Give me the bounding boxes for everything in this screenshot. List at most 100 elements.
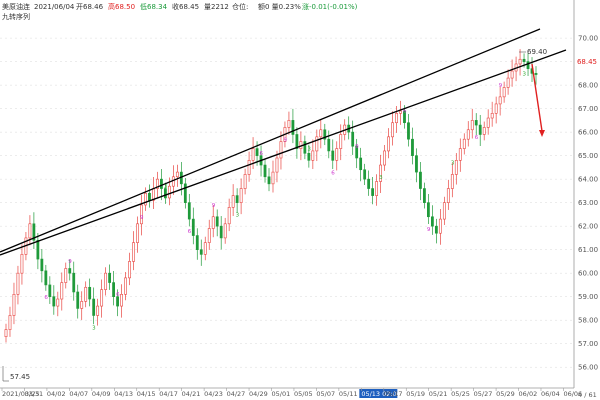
td-signal-number: 3 bbox=[236, 213, 240, 219]
header-high: 高68.50 bbox=[108, 2, 135, 11]
candle-body bbox=[136, 223, 139, 243]
candle-body bbox=[76, 291, 80, 309]
candle-body bbox=[68, 268, 72, 274]
last-price-label: 68.45 bbox=[577, 58, 597, 66]
candle-body bbox=[407, 122, 410, 140]
candle-body bbox=[486, 117, 490, 128]
candle-body bbox=[526, 61, 530, 69]
lower-trendline[interactable] bbox=[0, 49, 567, 256]
x-tick-label: 04/02 bbox=[47, 390, 66, 398]
x-tick-label: 06/02 bbox=[519, 390, 538, 398]
candle-body bbox=[64, 268, 68, 283]
candle-body bbox=[454, 160, 458, 175]
candle-body bbox=[116, 296, 119, 307]
candle-body bbox=[339, 134, 343, 149]
candle-body bbox=[287, 120, 291, 128]
candle-body bbox=[195, 235, 199, 250]
candle-body bbox=[490, 113, 494, 119]
x-tick-label: 05/25 bbox=[451, 390, 470, 398]
td-signal-number: 6 bbox=[403, 109, 407, 115]
candle-body bbox=[415, 155, 418, 173]
candle-body bbox=[8, 315, 12, 330]
candle-body bbox=[160, 178, 163, 189]
candle-body bbox=[498, 96, 502, 105]
candle-body bbox=[56, 298, 60, 307]
y-tick-label: 64.00 bbox=[578, 176, 598, 184]
candle-body bbox=[199, 249, 203, 255]
candle-body bbox=[534, 73, 538, 75]
candle-body bbox=[48, 284, 52, 297]
y-tick-label: 60.00 bbox=[578, 270, 598, 278]
candle-body bbox=[175, 171, 179, 178]
x-tick-label: 05/21 bbox=[429, 390, 448, 398]
candle-body bbox=[16, 272, 20, 295]
header-change: 额0 量0.23% bbox=[258, 2, 301, 11]
candle-body bbox=[60, 282, 64, 300]
candle-body bbox=[307, 152, 311, 161]
x-tick-label: 05/17 bbox=[384, 390, 403, 398]
candle-body bbox=[430, 216, 434, 227]
candle-body bbox=[96, 305, 100, 316]
x-tick-label: 05/19 bbox=[406, 390, 425, 398]
candle-body bbox=[4, 329, 8, 337]
y-tick-label: 57.00 bbox=[578, 340, 598, 348]
candle-body bbox=[215, 216, 219, 227]
candle-body bbox=[128, 261, 131, 279]
candle-body bbox=[183, 183, 187, 203]
y-tick-label: 67.00 bbox=[578, 105, 598, 113]
bottom-right-label: 4 / 61 bbox=[578, 391, 597, 399]
candle-body bbox=[84, 286, 88, 302]
td-signal-number: 3 bbox=[451, 160, 455, 166]
x-tick-label: 05/11 bbox=[339, 390, 358, 398]
candle-body bbox=[423, 188, 426, 203]
candle-body bbox=[108, 272, 112, 283]
candle-body bbox=[311, 150, 315, 161]
candle-body bbox=[120, 294, 123, 307]
x-tick-label: 04/07 bbox=[69, 390, 88, 398]
candle-body bbox=[359, 157, 363, 171]
candle-body bbox=[104, 272, 108, 290]
td-signal-number: 9 bbox=[427, 227, 431, 233]
candle-body bbox=[203, 242, 207, 255]
x-tick-label: 05/29 bbox=[496, 390, 515, 398]
candle-body bbox=[235, 195, 239, 203]
x-tick-label: 04/17 bbox=[159, 390, 178, 398]
candle-body bbox=[164, 188, 167, 199]
candle-body bbox=[315, 136, 319, 152]
low-label: 57.45 bbox=[10, 373, 30, 381]
candle-body bbox=[28, 223, 32, 239]
y-axis-ticks: 70.0069.0068.0067.0066.0065.0064.0063.00… bbox=[578, 35, 598, 372]
x-axis-ticks: 2021/03/2503/31 04/02 04/07 04/09 04/13 04/15… bbox=[1, 388, 582, 398]
candle-body bbox=[427, 202, 430, 218]
td-signal-number: 9 bbox=[212, 203, 216, 209]
candle-body bbox=[171, 176, 175, 187]
candle-body bbox=[387, 136, 390, 152]
candle-body bbox=[303, 141, 307, 154]
high-label: 69.40 bbox=[527, 48, 547, 56]
indicator-label: 九转序列 bbox=[2, 12, 30, 21]
candle-body bbox=[112, 282, 115, 297]
candle-body bbox=[227, 207, 231, 225]
x-tick-label: 05/27 bbox=[474, 390, 493, 398]
y-tick-label: 61.00 bbox=[578, 246, 598, 254]
header-symbol: 美原油连 bbox=[2, 2, 30, 11]
candle-body bbox=[462, 138, 466, 149]
candle-body bbox=[383, 150, 386, 166]
candle-body bbox=[223, 223, 227, 239]
candle-body bbox=[319, 129, 323, 138]
candlestick-chart[interactable]: 美原油连 2021/06/04 开68.46 高68.50 低68.34 收68… bbox=[0, 0, 600, 400]
candle-body bbox=[466, 129, 470, 140]
candle-body bbox=[267, 176, 271, 185]
candle-body bbox=[255, 148, 259, 156]
candle-body bbox=[80, 301, 84, 309]
x-tick-label: 05/07 bbox=[316, 390, 335, 398]
candle-body bbox=[291, 120, 295, 135]
candle-body bbox=[502, 87, 506, 98]
upper-trendline[interactable] bbox=[0, 28, 541, 253]
candle-body bbox=[335, 148, 339, 161]
candle-body bbox=[88, 286, 92, 300]
y-tick-label: 58.00 bbox=[578, 317, 598, 325]
x-tick-label: 04/23 bbox=[204, 390, 223, 398]
candle-body bbox=[148, 192, 151, 201]
candle-body bbox=[100, 289, 104, 307]
